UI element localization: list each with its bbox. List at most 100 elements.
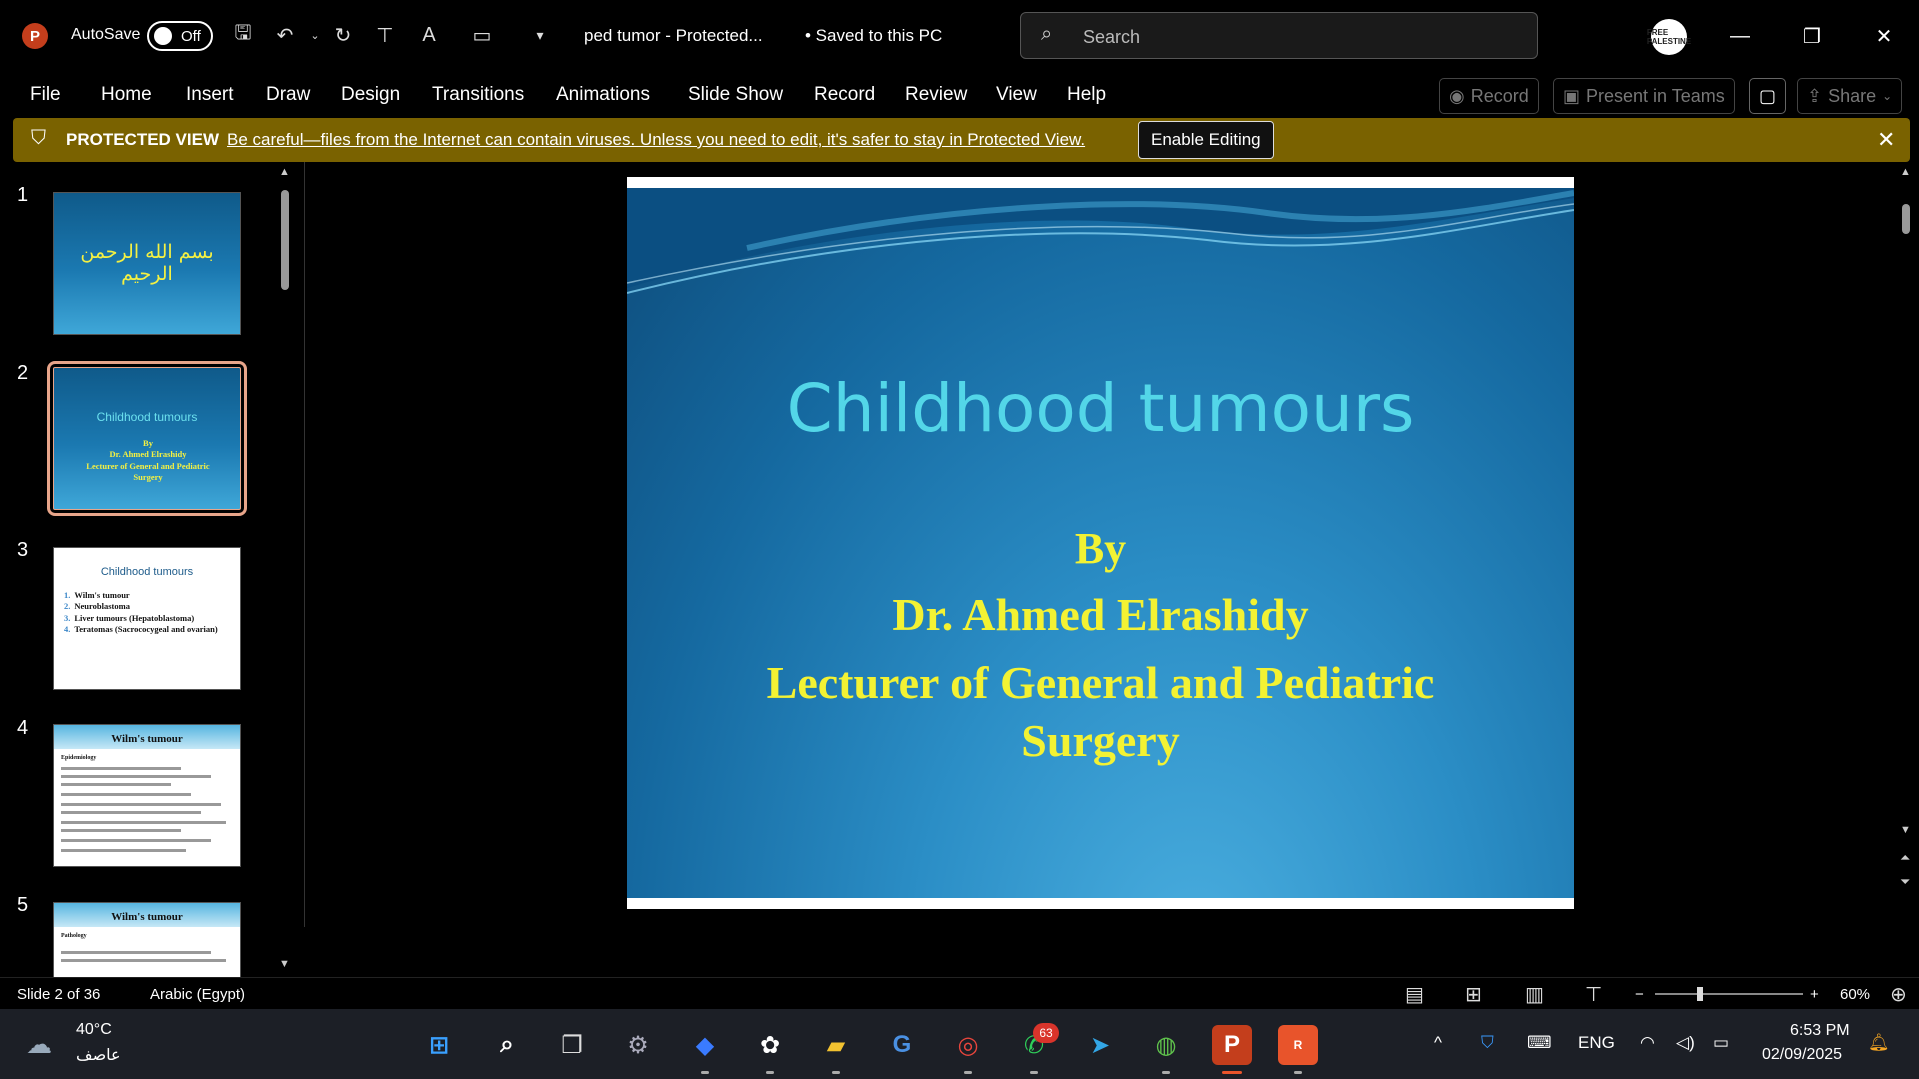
zoom-in-icon[interactable]: + [1810, 986, 1819, 1003]
slide-count[interactable]: Slide 2 of 36 [17, 986, 100, 1003]
zoom-level[interactable]: 60% [1840, 986, 1870, 1003]
task-view-icon[interactable]: ❐ [552, 1025, 592, 1065]
saved-status[interactable]: • Saved to this PC [805, 26, 942, 46]
font-color-icon[interactable]: A [414, 20, 444, 50]
start-icon[interactable]: ⊞ [419, 1025, 459, 1065]
fit-to-window-icon[interactable]: ⊕ [1890, 982, 1907, 1007]
scroll-down-icon[interactable]: ▼ [279, 958, 290, 970]
volume-icon[interactable]: ◁) [1676, 1033, 1695, 1053]
restore-icon[interactable]: ❐ [1782, 16, 1842, 56]
present-from-beginning-icon[interactable]: ⊤ [370, 20, 400, 50]
chatgpt-icon[interactable]: ✿ [750, 1025, 790, 1065]
close-icon[interactable]: ✕ [1854, 16, 1914, 56]
undo-dropdown-icon[interactable]: ⌄ [300, 20, 330, 50]
document-title[interactable]: ped tumor - Protected... [584, 26, 763, 46]
zoom-out-icon[interactable]: − [1635, 986, 1644, 1003]
customize-toolbar-icon[interactable]: ▾ [525, 20, 555, 50]
minimize-icon[interactable]: — [1710, 16, 1770, 56]
autosave-toggle[interactable]: Off [147, 21, 213, 51]
autosave-state: Off [181, 28, 201, 45]
tab-transitions[interactable]: Transitions [432, 84, 524, 106]
security-shield-icon[interactable]: ⛉ [1481, 1033, 1494, 1053]
clock-date[interactable]: 02/09/2025 [1762, 1046, 1842, 1064]
scrollbar-thumb[interactable] [1902, 204, 1910, 234]
notes-icon[interactable]: ▤ [1405, 982, 1424, 1007]
undo-icon[interactable]: ↶ [270, 20, 300, 50]
input-language[interactable]: ENG [1578, 1033, 1615, 1053]
slide-author[interactable]: Dr. Ahmed Elrashidy [687, 588, 1514, 641]
tab-review[interactable]: Review [905, 84, 967, 106]
enable-editing-button[interactable]: Enable Editing [1138, 121, 1274, 159]
weather-desc[interactable]: عاصف [76, 1045, 121, 1065]
wifi-icon[interactable]: ◠ [1640, 1033, 1655, 1053]
present-in-teams-button[interactable]: ▣ Present in Teams [1553, 78, 1735, 114]
file-explorer-icon[interactable]: ▰ [816, 1025, 856, 1065]
translate-icon[interactable]: G [882, 1025, 922, 1065]
previous-slide-icon[interactable]: ⏶ [1900, 850, 1910, 866]
weather-temp[interactable]: 40°C [76, 1021, 112, 1039]
telegram-icon[interactable]: ➤ [1080, 1025, 1120, 1065]
protected-view-title: PROTECTED VIEW [66, 130, 220, 149]
slide-role-line-1[interactable]: Lecturer of General and Pediatric [687, 656, 1514, 709]
highlight-icon[interactable]: ▭ [467, 20, 497, 50]
slide-thumbnail-2[interactable]: Childhood tumours By Dr. Ahmed Elrashidy… [47, 361, 247, 516]
record-button[interactable]: ◉ Record [1439, 78, 1539, 114]
next-slide-icon[interactable]: ⏷ [1900, 874, 1910, 890]
zoom-slider-handle[interactable] [1697, 987, 1703, 1001]
comments-button[interactable]: ▢ [1749, 78, 1787, 114]
record-label: Record [1470, 85, 1529, 106]
editor-scrollbar[interactable]: ▲ ▼ [1899, 166, 1913, 846]
scroll-down-icon[interactable]: ▼ [1900, 824, 1911, 836]
battery-icon[interactable]: ▭ [1713, 1033, 1729, 1053]
running-indicator [766, 1071, 774, 1074]
tab-record[interactable]: Record [814, 84, 875, 106]
tab-slide-show[interactable]: Slide Show [688, 84, 783, 106]
tab-animations[interactable]: Animations [556, 84, 650, 106]
powerpoint-taskbar-icon[interactable]: P [1212, 1025, 1252, 1065]
slide-show-icon[interactable]: ⊤ [1585, 982, 1602, 1007]
clock-time[interactable]: 6:53 PM [1790, 1022, 1850, 1040]
language-status[interactable]: Arabic (Egypt) [150, 986, 245, 1003]
slide-thumbnail-3[interactable]: Childhood tumours 1. Wilm's tumour 2. Neur… [53, 547, 241, 690]
tab-home[interactable]: Home [101, 84, 152, 106]
protected-view-message[interactable]: Be careful—files from the Internet can c… [227, 130, 1085, 150]
slide-thumbnail-4[interactable]: Wilm's tumour Epidemiology [53, 724, 241, 867]
scroll-up-icon[interactable]: ▲ [279, 166, 290, 178]
search-icon[interactable]: ⌕ [487, 1025, 527, 1065]
tab-file[interactable]: File [30, 84, 61, 106]
reader-icon[interactable]: R [1278, 1025, 1318, 1065]
tab-design[interactable]: Design [341, 84, 400, 106]
thumbnails-scrollbar[interactable]: ▲ ▼ [278, 166, 292, 974]
account-avatar[interactable]: FREE PALESTINE [1647, 19, 1691, 55]
zoom-slider[interactable] [1655, 987, 1803, 1001]
redo-icon[interactable]: ↻ [328, 20, 358, 50]
show-hidden-icons-icon[interactable]: ^ [1434, 1033, 1442, 1053]
slide-sorter-icon[interactable]: ⊞ [1465, 982, 1482, 1007]
reading-view-icon[interactable]: ▥ [1525, 982, 1544, 1007]
share-button[interactable]: ⇪ Share ⌄ [1797, 78, 1903, 114]
slide-thumbnail-1[interactable]: بسم الله الرحمن الرحيم [53, 192, 241, 335]
slide-by[interactable]: By [687, 523, 1514, 574]
weather-icon[interactable]: ☁ [26, 1029, 52, 1060]
tab-insert[interactable]: Insert [186, 84, 234, 106]
tab-view[interactable]: View [996, 84, 1037, 106]
save-icon[interactable]: 🖫 [228, 20, 258, 50]
thumbnail-text-line [61, 783, 171, 786]
keyboard-icon[interactable]: ⌨ [1527, 1033, 1552, 1053]
current-slide[interactable]: Childhood tumours By Dr. Ahmed Elrashidy… [627, 177, 1574, 909]
settings-icon[interactable]: ⚙ [618, 1025, 658, 1065]
close-icon[interactable]: ✕ [1877, 127, 1895, 153]
search-box[interactable]: ⌕ Search [1020, 12, 1538, 59]
slide-thumbnail-5[interactable]: Wilm's tumour Pathology [53, 902, 241, 977]
notification-bell-icon[interactable]: 🔔︎ [1868, 1033, 1890, 1053]
scrollbar-thumb[interactable] [281, 190, 289, 290]
share-label: Share [1828, 85, 1877, 106]
tab-draw[interactable]: Draw [266, 84, 310, 106]
deepseek-icon[interactable]: ◆ [685, 1025, 725, 1065]
chrome-icon[interactable]: ◎ [948, 1025, 988, 1065]
slide-title[interactable]: Childhood tumours [627, 370, 1574, 447]
tab-help[interactable]: Help [1067, 84, 1106, 106]
scroll-up-icon[interactable]: ▲ [1900, 166, 1911, 178]
slide-role-line-2[interactable]: Surgery [687, 714, 1514, 767]
earth-icon[interactable]: ◍ [1146, 1025, 1186, 1065]
